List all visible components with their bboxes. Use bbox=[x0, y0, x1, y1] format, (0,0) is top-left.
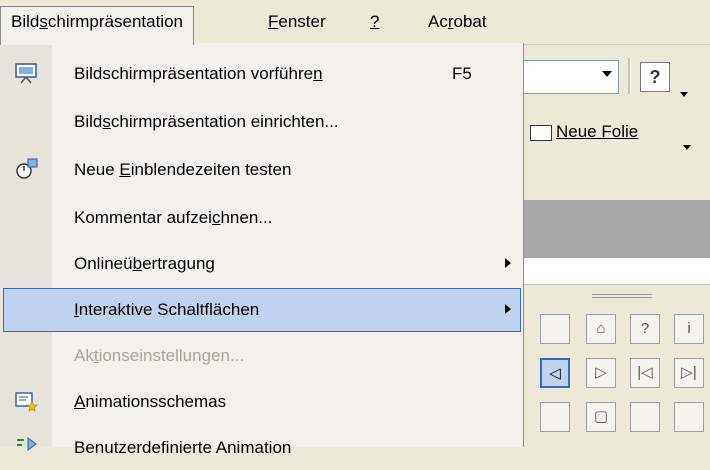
menu-item-set-up-show[interactable]: Bildschirmpräsentation einrichten... bbox=[0, 99, 523, 144]
chevron-down-icon bbox=[602, 71, 612, 77]
action-button-custom[interactable] bbox=[540, 314, 570, 344]
new-slide-button[interactable]: Neue Folie bbox=[530, 117, 638, 147]
slideshow-menu: Bildschirmpräsentation vorführen F5 Bild… bbox=[0, 43, 524, 457]
beginning-icon[interactable]: |◁ bbox=[630, 358, 660, 388]
menu-item-label: Interaktive Schaltflächen bbox=[74, 300, 260, 319]
help-action-icon[interactable]: ? bbox=[630, 314, 660, 344]
toolbar-separator bbox=[628, 58, 631, 94]
chevron-down-icon[interactable] bbox=[680, 92, 688, 97]
task-pane-header bbox=[520, 200, 710, 258]
menu-fenster[interactable]: Fenster bbox=[258, 7, 336, 37]
menu-item-online-broadcast[interactable]: Onlineübertragung bbox=[0, 241, 523, 286]
question-icon: ? bbox=[649, 67, 661, 87]
home-icon[interactable]: ⌂ bbox=[586, 314, 616, 344]
menu-item-label: Aktionseinstellungen... bbox=[74, 346, 245, 365]
palette-grip[interactable] bbox=[592, 294, 652, 295]
menu-item-record-narration[interactable]: Kommentar aufzeichnen... bbox=[0, 195, 523, 240]
sound-icon[interactable] bbox=[630, 402, 660, 432]
slideshow-icon bbox=[15, 63, 37, 84]
menu-item-label: Benutzerdefinierte Animation bbox=[74, 438, 292, 457]
return-icon[interactable] bbox=[540, 402, 570, 432]
custom-animation-icon bbox=[17, 437, 37, 451]
menu-item-view-show[interactable]: Bildschirmpräsentation vorführen F5 bbox=[0, 51, 523, 96]
help-button[interactable]: ? bbox=[640, 62, 670, 92]
menu-help[interactable]: ? bbox=[360, 7, 389, 37]
information-icon[interactable]: i bbox=[674, 314, 704, 344]
menu-item-action-buttons[interactable]: Interaktive Schaltflächen bbox=[0, 287, 523, 332]
chevron-down-icon[interactable] bbox=[683, 145, 691, 150]
forward-icon[interactable]: ▷ bbox=[586, 358, 616, 388]
back-icon[interactable]: ◁ bbox=[540, 358, 570, 388]
new-slide-label: Neue Folie bbox=[556, 122, 639, 141]
rehearse-timings-icon bbox=[16, 158, 38, 179]
submenu-arrow-icon bbox=[505, 304, 511, 314]
menu-bildschirmpraesentation[interactable]: Bildschirmpräsentation bbox=[0, 6, 194, 45]
end-icon[interactable]: ▷| bbox=[674, 358, 704, 388]
animation-schemes-icon bbox=[15, 392, 38, 412]
menu-item-label: Neue Einblendezeiten testen bbox=[74, 160, 292, 179]
menu-item-label: Kommentar aufzeichnen... bbox=[74, 208, 273, 227]
menu-item-animation-schemes[interactable]: Animationsschemas bbox=[0, 379, 523, 424]
formatting-toolbar bbox=[520, 100, 710, 200]
menu-item-label: Bildschirmpräsentation einrichten... bbox=[74, 112, 339, 131]
menu-acrobat[interactable]: Acrobat bbox=[418, 7, 497, 37]
zoom-combo[interactable] bbox=[520, 60, 619, 94]
document-icon[interactable]: ▢ bbox=[586, 402, 616, 432]
menu-item-label: Onlineübertragung bbox=[74, 254, 215, 273]
task-pane-field bbox=[520, 258, 710, 285]
menu-item-label: Animationsschemas bbox=[74, 392, 227, 411]
menu-bar: Bildschirmpräsentation Fenster ? Acrobat bbox=[0, 0, 710, 45]
new-slide-icon bbox=[530, 124, 552, 141]
submenu-arrow-icon bbox=[505, 258, 511, 268]
menu-item-action-settings: Aktionseinstellungen... bbox=[0, 333, 523, 378]
menu-item-rehearse-timings[interactable]: Neue Einblendezeiten testen bbox=[0, 147, 523, 192]
movie-icon[interactable] bbox=[674, 402, 704, 432]
menu-item-shortcut: F5 bbox=[452, 64, 472, 83]
menu-item-label: Bildschirmpräsentation vorführen bbox=[74, 64, 323, 83]
menu-item-custom-animation[interactable]: Benutzerdefinierte Animation bbox=[0, 425, 523, 470]
